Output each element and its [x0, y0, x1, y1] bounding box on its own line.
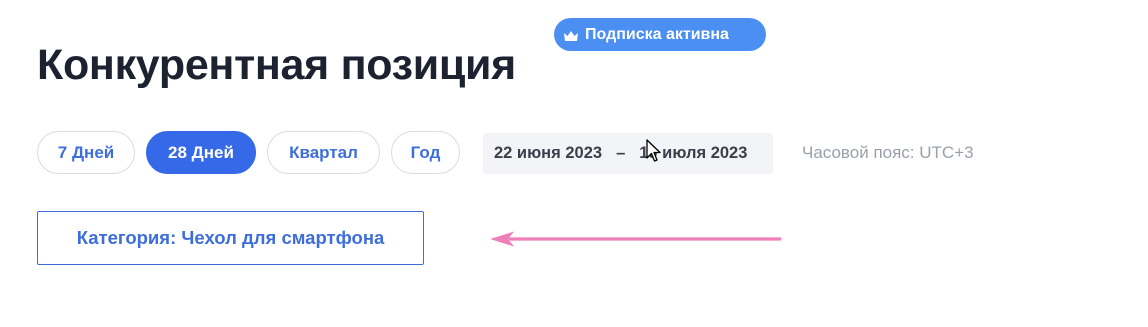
period-year-label: Год	[410, 142, 441, 162]
period-7-days-button[interactable]: 7 Дней	[37, 131, 135, 174]
competitive-position-page: Конкурентная позиция Подписка активна 7 …	[0, 0, 1148, 327]
subscription-badge: Подписка активна	[554, 18, 766, 51]
period-quarter-label: Квартал	[289, 142, 358, 162]
page-title: Конкурентная позиция	[37, 40, 516, 89]
period-year-button[interactable]: Год	[391, 131, 460, 174]
mouse-cursor-icon	[646, 139, 661, 162]
period-28-days-label: 28 Дней	[168, 142, 234, 162]
date-range-picker[interactable]: 22 июня 2023 – 19 июля 2023	[483, 133, 773, 174]
date-range-separator: –	[616, 144, 626, 162]
timezone-label: Часовой пояс: UTC+3	[802, 143, 974, 162]
period-7-days-label: 7 Дней	[57, 142, 115, 162]
period-28-days-button[interactable]: 28 Дней	[146, 131, 256, 174]
category-label: Категория: Чехол для смартфона	[76, 227, 385, 248]
period-quarter-button[interactable]: Квартал	[267, 131, 380, 174]
crown-icon	[563, 29, 579, 41]
category-selector-button[interactable]: Категория: Чехол для смартфона	[37, 211, 424, 265]
subscription-badge-label: Подписка активна	[585, 25, 729, 43]
date-range-start: 22 июня 2023	[494, 144, 603, 162]
annotation-arrow-icon	[490, 231, 782, 247]
